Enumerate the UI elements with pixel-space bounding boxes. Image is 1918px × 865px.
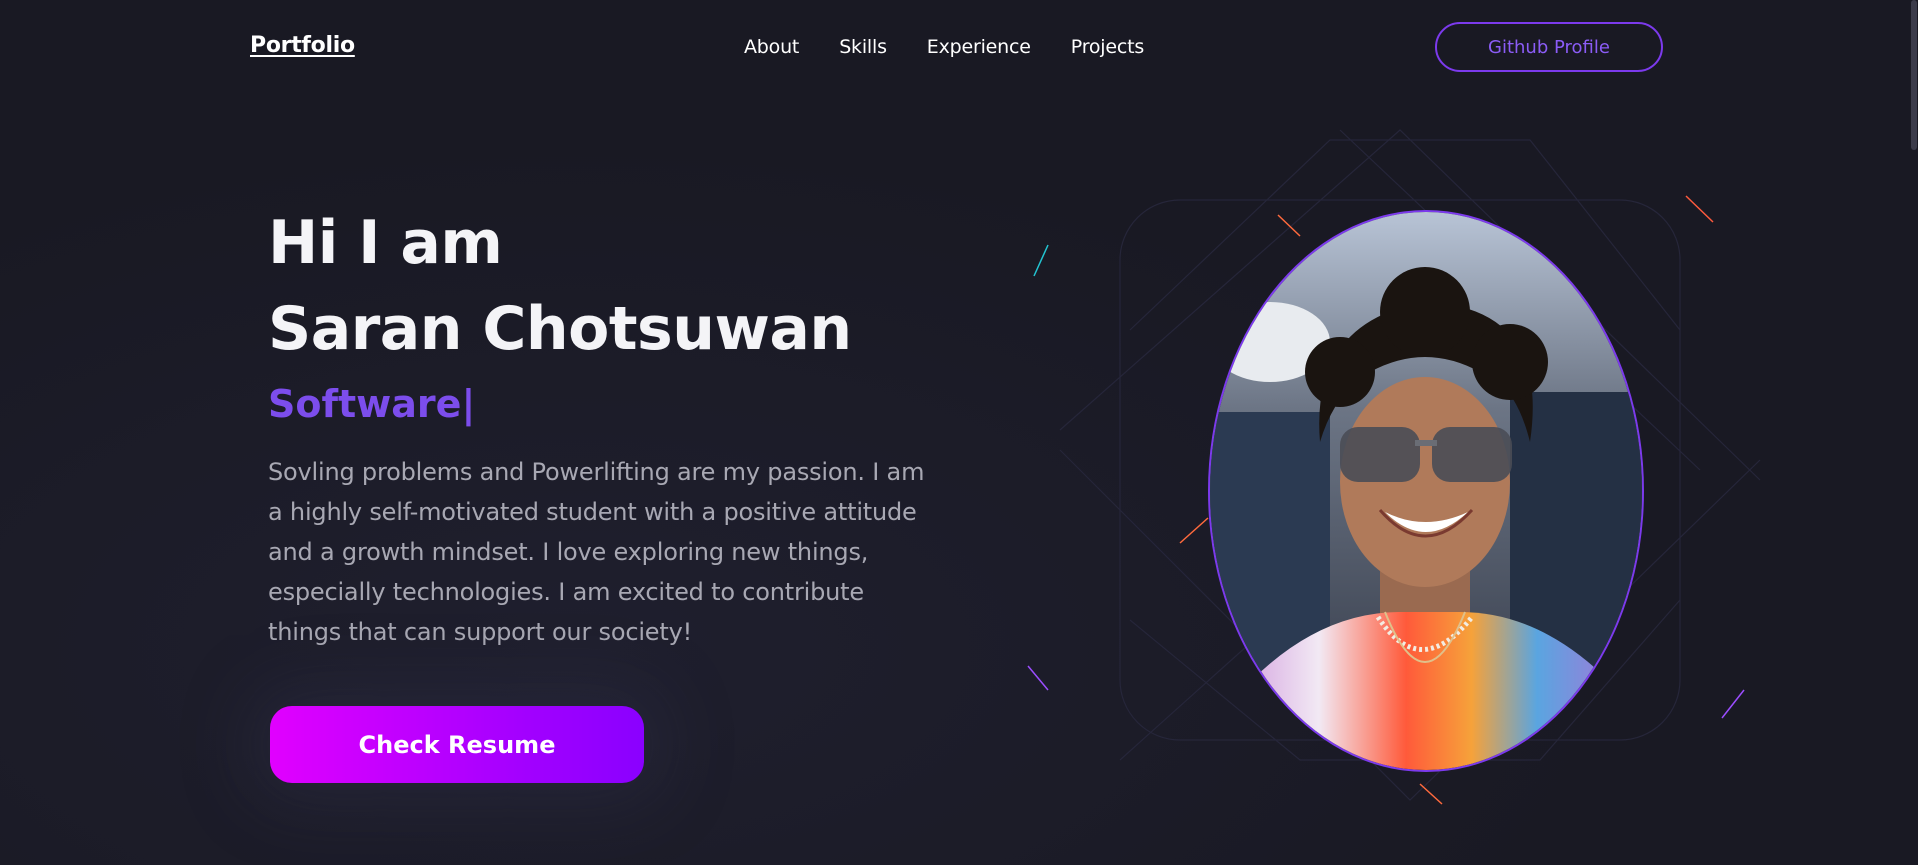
hero-typing-role: Software| (268, 382, 475, 426)
scrollbar-thumb[interactable] (1911, 0, 1917, 150)
nav-link-projects[interactable]: Projects (1071, 36, 1145, 58)
streak-orange-3 (1179, 517, 1209, 544)
nav-links: About Skills Experience Projects (744, 36, 1144, 58)
check-resume-button[interactable]: Check Resume (270, 706, 644, 783)
page-scrollbar[interactable] (1910, 0, 1918, 865)
hero-description: Sovling problems and Powerlifting are my… (268, 458, 925, 646)
streak-orange-4 (1419, 783, 1443, 805)
streak-teal (1033, 244, 1049, 277)
streak-purple-1 (1027, 665, 1049, 691)
streak-orange-2 (1685, 195, 1714, 223)
streak-purple-2 (1721, 689, 1745, 719)
nav-link-skills[interactable]: Skills (839, 36, 887, 58)
portfolio-logo-link[interactable]: Portfolio (250, 33, 355, 58)
streak-orange-1 (1277, 214, 1301, 237)
profile-photo (1208, 210, 1644, 772)
top-navbar: Portfolio About Skills Experience Projec… (0, 0, 1918, 96)
hero-greeting: Hi I am (268, 208, 503, 278)
hero-name: Saran Chotsuwan (268, 294, 852, 364)
hero-role-text: Software (268, 382, 462, 426)
portfolio-page: Portfolio About Skills Experience Projec… (0, 0, 1918, 865)
github-profile-button[interactable]: Github Profile (1435, 22, 1663, 72)
profile-photo-illustration (1210, 212, 1642, 770)
nav-link-about[interactable]: About (744, 36, 799, 58)
nav-link-experience[interactable]: Experience (927, 36, 1031, 58)
hero-heading: Hi I am Saran Chotsuwan (268, 200, 852, 372)
typing-caret: | (461, 382, 476, 426)
